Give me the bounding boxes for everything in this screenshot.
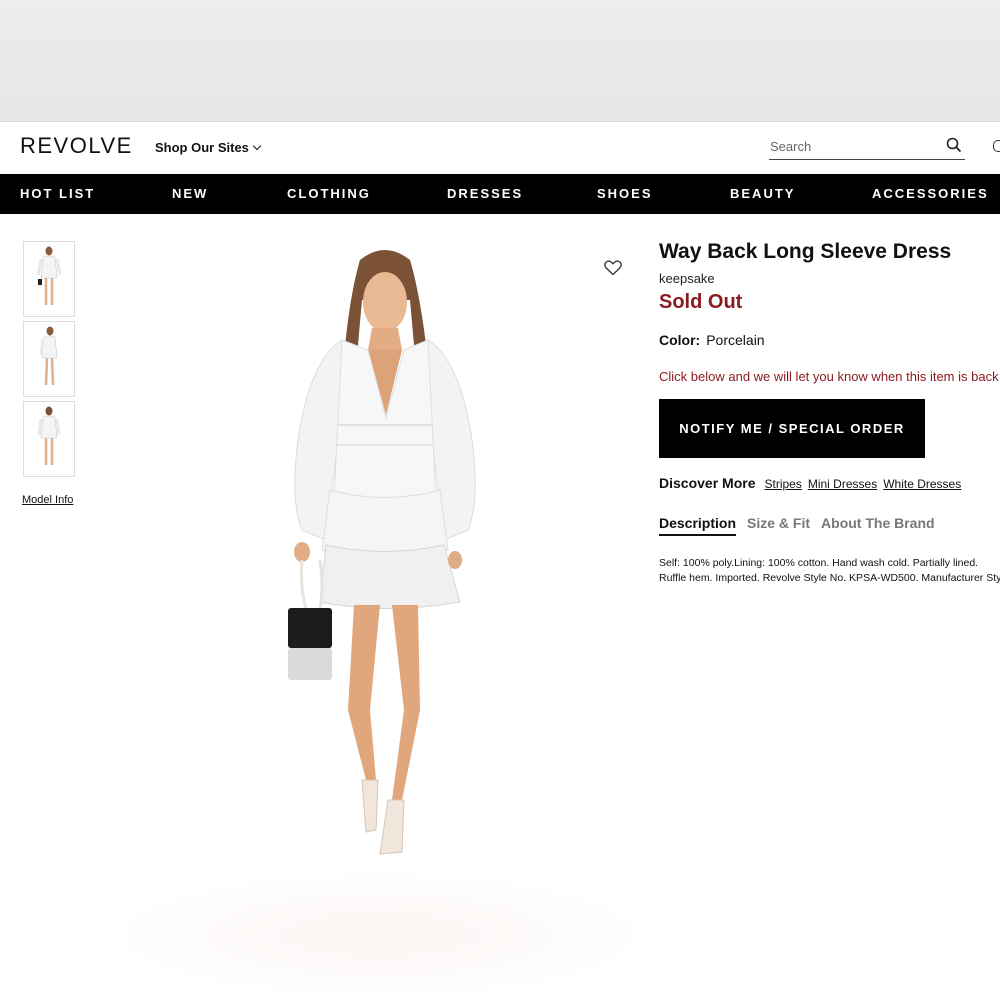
wishlist-heart-icon[interactable] [604, 260, 622, 276]
revolve-logo[interactable]: REVOLVE [20, 133, 133, 159]
search-icon[interactable] [946, 137, 962, 153]
discover-link-white-dresses[interactable]: White Dresses [883, 477, 961, 491]
product-brand[interactable]: keepsake [659, 271, 715, 286]
discover-link-stripes[interactable]: Stripes [764, 477, 801, 491]
tab-description[interactable]: Description [659, 515, 737, 536]
browser-top-area [0, 0, 1000, 122]
image-bottom-fade [110, 870, 650, 1000]
tab-size-fit[interactable]: Size & Fit [747, 515, 810, 536]
thumbnail-model-image [39, 326, 58, 386]
shop-our-sites-dropdown[interactable]: Shop Our Sites [155, 140, 262, 155]
main-nav: HOT LIST NEW CLOTHING DRESSES SHOES BEAU… [0, 174, 1000, 214]
nav-clothing[interactable]: CLOTHING [287, 186, 371, 201]
cart-icon[interactable] [993, 140, 1000, 152]
stock-status: Sold Out [659, 291, 743, 313]
color-row: Color: Porcelain [659, 332, 765, 348]
description-line: Ruffle hem. Imported. Revolve Style No. … [659, 572, 1000, 584]
discover-more-label: Discover More [659, 475, 756, 491]
product-description: Self: 100% poly.Lining: 100% cotton. Han… [659, 556, 1000, 586]
product-main-image[interactable] [280, 240, 490, 870]
product-title: Way Back Long Sleeve Dress [659, 240, 952, 263]
nav-new[interactable]: NEW [172, 186, 208, 201]
model-info-link[interactable]: Model Info [22, 494, 73, 506]
notify-message: Click below and we will let you know whe… [659, 369, 1000, 384]
site-header: REVOLVE Shop Our Sites [0, 123, 1000, 174]
product-thumbnail[interactable] [23, 241, 75, 317]
discover-link-mini-dresses[interactable]: Mini Dresses [808, 477, 877, 491]
description-line: Self: 100% poly.Lining: 100% cotton. Han… [659, 557, 979, 569]
product-tabs: Description Size & Fit About The Brand [659, 515, 935, 536]
thumbnail-model-image [36, 246, 62, 305]
chevron-down-icon [252, 141, 262, 151]
color-value: Porcelain [706, 332, 765, 348]
product-thumbnail[interactable] [23, 321, 75, 397]
thumbnail-model-image [37, 406, 61, 465]
product-thumbnail[interactable] [23, 401, 75, 477]
nav-beauty[interactable]: BEAUTY [730, 186, 795, 201]
nav-accessories[interactable]: ACCESSORIES [872, 186, 989, 201]
nav-hot-list[interactable]: HOT LIST [20, 186, 95, 201]
shop-our-sites-label: Shop Our Sites [155, 140, 249, 155]
search-input[interactable] [769, 135, 929, 157]
nav-dresses[interactable]: DRESSES [447, 186, 523, 201]
color-label: Color: [659, 332, 701, 348]
notify-me-button[interactable]: NOTIFY ME / SPECIAL ORDER [659, 399, 925, 458]
search-box [769, 135, 965, 160]
tab-about-brand[interactable]: About The Brand [821, 515, 935, 536]
nav-shoes[interactable]: SHOES [597, 186, 653, 201]
discover-more: Discover More Stripes Mini Dresses White… [659, 475, 961, 491]
